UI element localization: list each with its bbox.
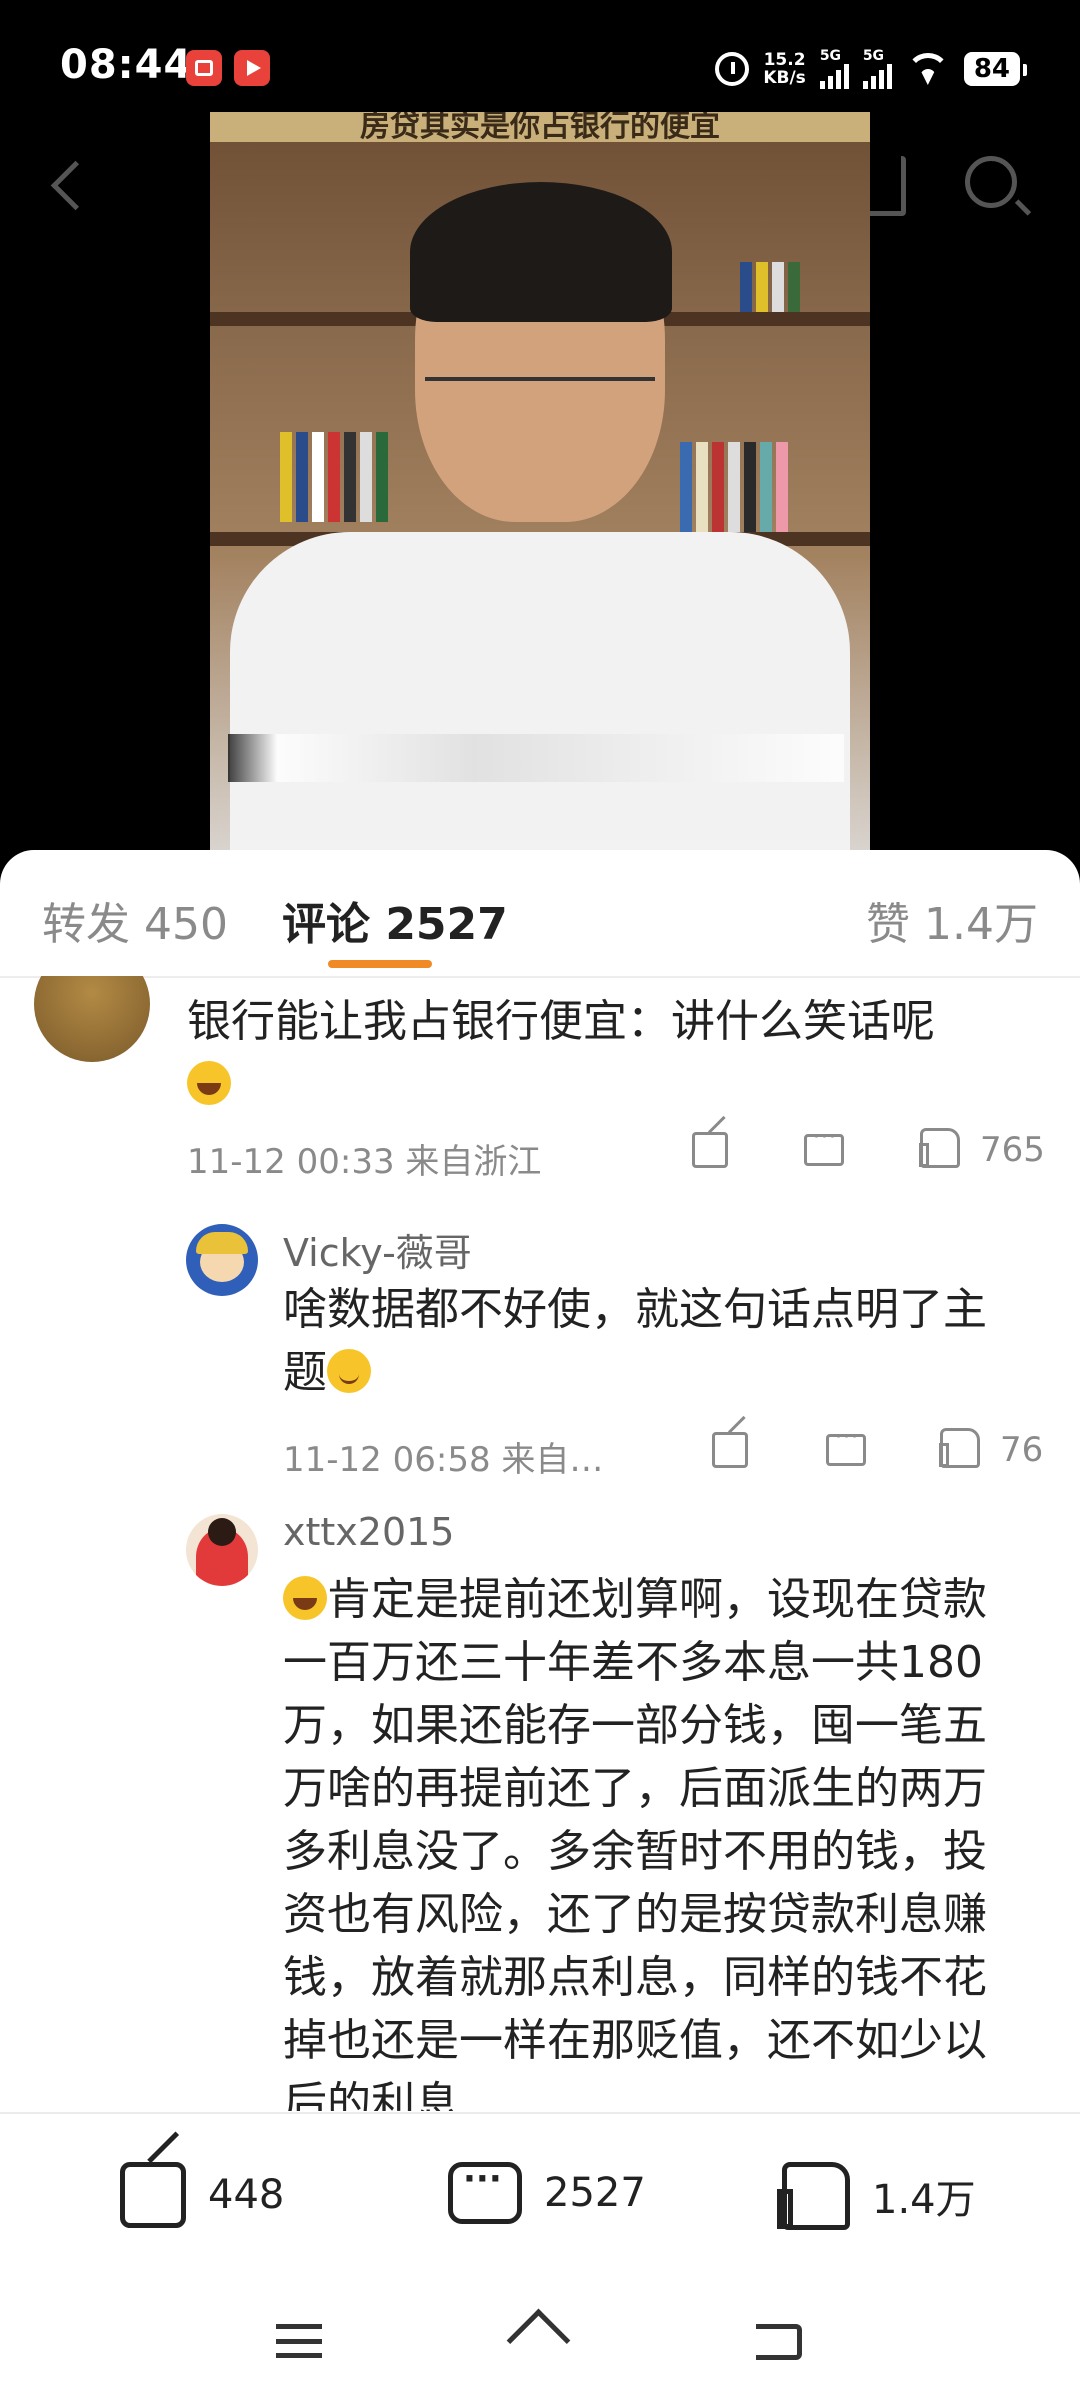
home-icon[interactable]: [510, 2316, 566, 2362]
thumbs-up-icon[interactable]: [919, 1128, 960, 1168]
tab-likes[interactable]: 赞 1.4万: [866, 888, 1038, 952]
comment-body: 啥数据都不好使，就这句话点明了主题: [283, 1284, 987, 1398]
like-count: 765: [980, 1130, 1045, 1170]
signal-bars-icon: [862, 63, 892, 89]
comment-time: 11-12 06:58: [283, 1440, 491, 1480]
laugh-cry-emoji-icon: [283, 1576, 327, 1620]
thumbs-up-icon[interactable]: [939, 1428, 980, 1468]
back-icon[interactable]: [756, 2324, 802, 2360]
notification-video-app-icon: [234, 50, 270, 86]
like-count-total: 1.4万: [872, 2177, 976, 2223]
avatar[interactable]: [186, 1514, 258, 1586]
system-navigation-bar: [0, 2282, 1080, 2400]
comment-location: 来自浙江: [405, 1142, 542, 1182]
share-icon: [120, 2162, 186, 2228]
avatar[interactable]: [34, 976, 150, 1062]
comment-button[interactable]: 2527: [448, 2159, 646, 2224]
comment-text: 啥数据都不好使，就这句话点明了主题: [283, 1278, 1023, 1404]
comment-text: 银行能让我占银行便宜：讲什么笑话呢: [187, 990, 1027, 1116]
sim2-label: 5G: [862, 48, 885, 64]
laugh-cry-emoji-icon: [187, 1061, 231, 1105]
signal-bars-icon: [819, 63, 849, 89]
signal-sim2: 5G: [862, 48, 892, 89]
video-person-glasses: [425, 377, 655, 421]
video-person-body: [230, 532, 850, 852]
video-person-hair: [410, 182, 672, 322]
repost-count: 448: [208, 2172, 285, 2218]
comment-time: 11-12 00:33: [187, 1142, 395, 1182]
video-caption: 房贷其实是你占银行的便宜: [210, 112, 870, 142]
tab-comments[interactable]: 评论 2527: [282, 888, 508, 952]
repost-button[interactable]: 448: [120, 2162, 284, 2228]
comment-username[interactable]: xttx2015: [283, 1510, 454, 1554]
comment-username[interactable]: Vicky-薇哥: [283, 1222, 472, 1277]
comment-location: 来自…: [501, 1440, 604, 1480]
network-speed: 15.2 KB/s: [763, 51, 805, 87]
signal-sim1: 5G: [819, 48, 849, 89]
network-speed-value: 15.2: [763, 50, 806, 70]
sim1-label: 5G: [819, 48, 842, 64]
tab-bar: 转发 450 评论 2527 赞 1.4万: [0, 850, 1080, 978]
notification-app-icon: [186, 50, 222, 86]
comment-icon[interactable]: [826, 1425, 866, 1466]
search-icon[interactable]: [965, 156, 1017, 208]
smile-emoji-icon: [327, 1349, 371, 1393]
tab-repost[interactable]: 转发 450: [42, 888, 228, 952]
thumbs-up-icon: [777, 2162, 850, 2230]
comments-list: 银行能让我占银行便宜：讲什么笑话呢 11-12 00:33 来自浙江 765 V…: [0, 976, 1080, 2111]
share-icon[interactable]: [712, 1432, 748, 1468]
menu-icon[interactable]: [276, 2324, 322, 2358]
video-subtitle-bar: [228, 734, 844, 782]
comment-icon[interactable]: [804, 1125, 844, 1166]
alarm-icon: [715, 52, 750, 86]
comment-count: 2527: [544, 2170, 646, 2216]
tab-active-indicator: [328, 960, 432, 968]
like-button[interactable]: 1.4万: [777, 2162, 976, 2230]
comment-icon: [448, 2159, 522, 2224]
network-speed-unit: KB/s: [763, 68, 806, 88]
like-count: 76: [1000, 1430, 1044, 1470]
comment-text: 肯定是提前还划算啊，设现在贷款一百万还三十年差不多本息一共180万，如果还能存一…: [283, 1568, 1023, 2111]
wifi-icon: [905, 53, 950, 85]
status-time: 08:44: [60, 42, 193, 88]
video-player[interactable]: 房贷其实是你占银行的便宜: [210, 112, 870, 852]
comment-meta: 11-12 00:33 来自浙江: [187, 1134, 541, 1183]
bottom-action-bar: 448 2527 1.4万: [0, 2112, 1080, 2284]
avatar[interactable]: [186, 1224, 258, 1296]
back-arrow-icon[interactable]: [40, 150, 90, 220]
comment-body: 银行能让我占银行便宜：讲什么笑话呢: [187, 996, 935, 1047]
share-icon[interactable]: [692, 1132, 728, 1168]
battery-level: 84: [963, 52, 1028, 86]
comment-meta: 11-12 06:58 来自…: [283, 1432, 603, 1481]
comment-body: 肯定是提前还划算啊，设现在贷款一百万还三十年差不多本息一共180万，如果还能存一…: [283, 1574, 987, 2111]
